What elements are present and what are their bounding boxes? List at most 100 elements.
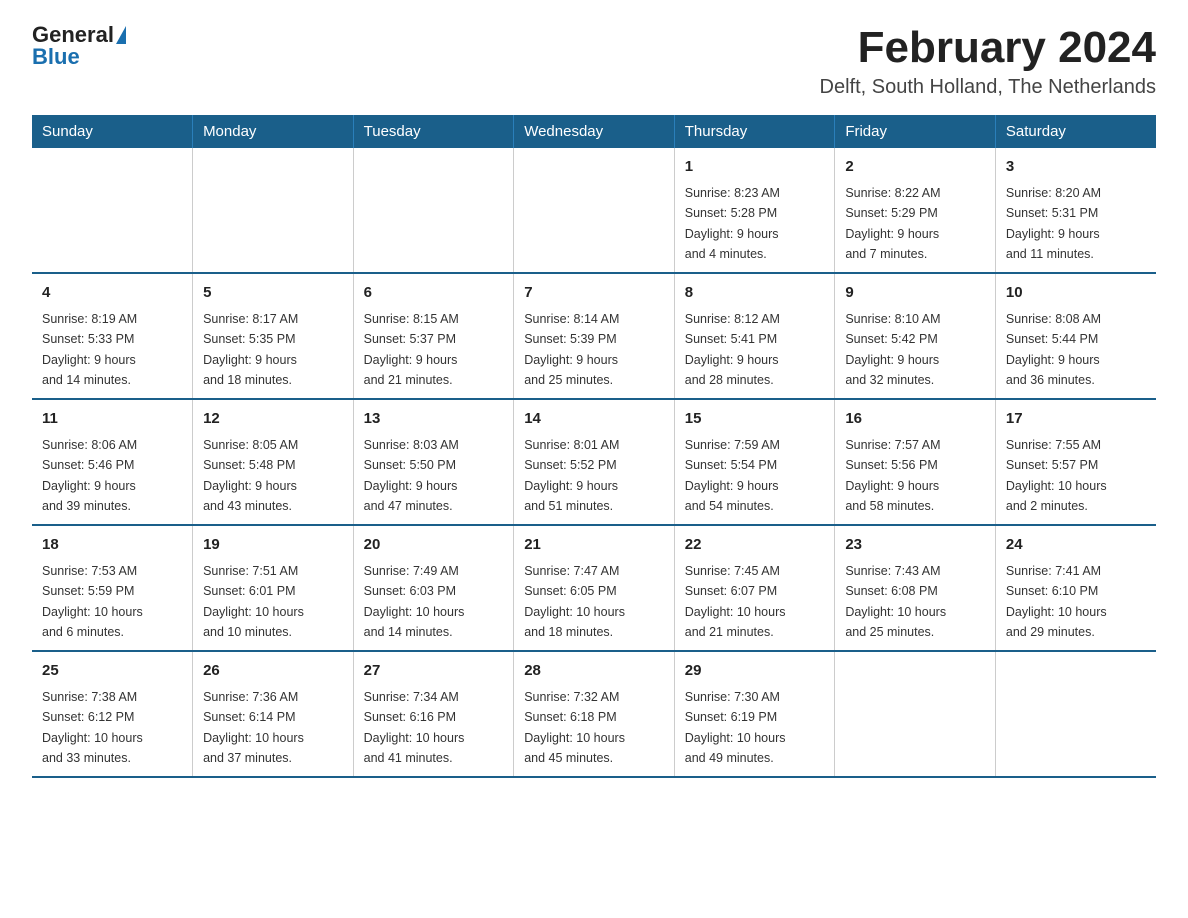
header-day-thursday: Thursday	[674, 115, 835, 148]
calendar-cell: 7 Sunrise: 8:14 AM Sunset: 5:39 PM Daylig…	[514, 273, 675, 399]
day-number: 24	[1006, 534, 1146, 557]
day-info: Sunrise: 8:22 AM Sunset: 5:29 PM Dayligh…	[845, 186, 940, 261]
calendar-cell: 25 Sunrise: 7:38 AM Sunset: 6:12 PM Dayli…	[32, 651, 193, 777]
day-info: Sunrise: 8:19 AM Sunset: 5:33 PM Dayligh…	[42, 312, 137, 387]
day-number: 27	[364, 660, 504, 683]
day-number: 5	[203, 282, 343, 305]
header-day-tuesday: Tuesday	[353, 115, 514, 148]
logo-blue-text: Blue	[32, 46, 80, 68]
day-info: Sunrise: 7:47 AM Sunset: 6:05 PM Dayligh…	[524, 564, 625, 639]
calendar-cell	[835, 651, 996, 777]
day-info: Sunrise: 7:32 AM Sunset: 6:18 PM Dayligh…	[524, 690, 625, 765]
day-info: Sunrise: 8:01 AM Sunset: 5:52 PM Dayligh…	[524, 438, 619, 513]
day-info: Sunrise: 8:14 AM Sunset: 5:39 PM Dayligh…	[524, 312, 619, 387]
calendar-cell: 10 Sunrise: 8:08 AM Sunset: 5:44 PM Dayli…	[995, 273, 1156, 399]
day-info: Sunrise: 8:10 AM Sunset: 5:42 PM Dayligh…	[845, 312, 940, 387]
calendar-cell: 28Sunrise: 7:32 AM Sunset: 6:18 PM Dayli…	[514, 651, 675, 777]
calendar-week-row: 1Sunrise: 8:23 AM Sunset: 5:28 PM Daylig…	[32, 148, 1156, 273]
title-area: February 2024 Delft, South Holland, The …	[820, 24, 1157, 99]
day-info: Sunrise: 7:38 AM Sunset: 6:12 PM Dayligh…	[42, 690, 143, 765]
day-info: Sunrise: 8:06 AM Sunset: 5:46 PM Dayligh…	[42, 438, 137, 513]
calendar-cell: 2 Sunrise: 8:22 AM Sunset: 5:29 PM Daylig…	[835, 148, 996, 273]
day-info: Sunrise: 8:20 AM Sunset: 5:31 PM Dayligh…	[1006, 186, 1101, 261]
calendar-cell: 20Sunrise: 7:49 AM Sunset: 6:03 PM Dayli…	[353, 525, 514, 651]
day-info: Sunrise: 7:30 AM Sunset: 6:19 PM Dayligh…	[685, 690, 786, 765]
calendar-header-row: SundayMondayTuesdayWednesdayThursdayFrid…	[32, 115, 1156, 148]
header-day-wednesday: Wednesday	[514, 115, 675, 148]
calendar-cell	[353, 148, 514, 273]
header-day-monday: Monday	[193, 115, 354, 148]
calendar-cell: 6 Sunrise: 8:15 AM Sunset: 5:37 PM Daylig…	[353, 273, 514, 399]
calendar-cell: 22Sunrise: 7:45 AM Sunset: 6:07 PM Dayli…	[674, 525, 835, 651]
day-number: 3	[1006, 156, 1146, 179]
calendar-cell: 18Sunrise: 7:53 AM Sunset: 5:59 PM Dayli…	[32, 525, 193, 651]
day-info: Sunrise: 7:51 AM Sunset: 6:01 PM Dayligh…	[203, 564, 304, 639]
day-number: 2	[845, 156, 985, 179]
logo: General Blue	[32, 24, 126, 68]
day-number: 8	[685, 282, 825, 305]
day-info: Sunrise: 8:17 AM Sunset: 5:35 PM Dayligh…	[203, 312, 298, 387]
day-number: 6	[364, 282, 504, 305]
calendar-table: SundayMondayTuesdayWednesdayThursdayFrid…	[32, 115, 1156, 778]
day-number: 25	[42, 660, 182, 683]
day-number: 21	[524, 534, 664, 557]
calendar-cell: 21 Sunrise: 7:47 AM Sunset: 6:05 PM Dayli…	[514, 525, 675, 651]
calendar-cell: 23Sunrise: 7:43 AM Sunset: 6:08 PM Dayli…	[835, 525, 996, 651]
calendar-cell: 11Sunrise: 8:06 AM Sunset: 5:46 PM Dayli…	[32, 399, 193, 525]
header-day-saturday: Saturday	[995, 115, 1156, 148]
calendar-week-row: 18Sunrise: 7:53 AM Sunset: 5:59 PM Dayli…	[32, 525, 1156, 651]
day-number: 14	[524, 408, 664, 431]
day-info: Sunrise: 7:55 AM Sunset: 5:57 PM Dayligh…	[1006, 438, 1107, 513]
calendar-week-row: 11Sunrise: 8:06 AM Sunset: 5:46 PM Dayli…	[32, 399, 1156, 525]
calendar-cell	[995, 651, 1156, 777]
calendar-cell: 26Sunrise: 7:36 AM Sunset: 6:14 PM Dayli…	[193, 651, 354, 777]
day-info: Sunrise: 8:08 AM Sunset: 5:44 PM Dayligh…	[1006, 312, 1101, 387]
day-number: 19	[203, 534, 343, 557]
day-number: 7	[524, 282, 664, 305]
day-number: 10	[1006, 282, 1146, 305]
day-number: 4	[42, 282, 182, 305]
header: General Blue February 2024 Delft, South …	[32, 24, 1156, 99]
calendar-cell: 3 Sunrise: 8:20 AM Sunset: 5:31 PM Daylig…	[995, 148, 1156, 273]
calendar-week-row: 4 Sunrise: 8:19 AM Sunset: 5:33 PM Daylig…	[32, 273, 1156, 399]
logo-triangle-icon	[116, 26, 126, 44]
calendar-cell	[514, 148, 675, 273]
calendar-cell: 19 Sunrise: 7:51 AM Sunset: 6:01 PM Dayli…	[193, 525, 354, 651]
day-info: Sunrise: 7:43 AM Sunset: 6:08 PM Dayligh…	[845, 564, 946, 639]
day-info: Sunrise: 7:57 AM Sunset: 5:56 PM Dayligh…	[845, 438, 940, 513]
day-number: 15	[685, 408, 825, 431]
calendar-cell: 8 Sunrise: 8:12 AM Sunset: 5:41 PM Daylig…	[674, 273, 835, 399]
day-number: 9	[845, 282, 985, 305]
header-day-friday: Friday	[835, 115, 996, 148]
day-number: 1	[685, 156, 825, 179]
day-info: Sunrise: 7:36 AM Sunset: 6:14 PM Dayligh…	[203, 690, 304, 765]
day-info: Sunrise: 7:34 AM Sunset: 6:16 PM Dayligh…	[364, 690, 465, 765]
day-number: 22	[685, 534, 825, 557]
day-info: Sunrise: 8:05 AM Sunset: 5:48 PM Dayligh…	[203, 438, 298, 513]
calendar-cell	[193, 148, 354, 273]
calendar-cell	[32, 148, 193, 273]
header-day-sunday: Sunday	[32, 115, 193, 148]
day-number: 18	[42, 534, 182, 557]
calendar-cell: 17Sunrise: 7:55 AM Sunset: 5:57 PM Dayli…	[995, 399, 1156, 525]
calendar-cell: 14 Sunrise: 8:01 AM Sunset: 5:52 PM Dayli…	[514, 399, 675, 525]
page-title: February 2024	[820, 24, 1157, 72]
calendar-cell: 16 Sunrise: 7:57 AM Sunset: 5:56 PM Dayli…	[835, 399, 996, 525]
calendar-week-row: 25 Sunrise: 7:38 AM Sunset: 6:12 PM Dayli…	[32, 651, 1156, 777]
day-info: Sunrise: 7:41 AM Sunset: 6:10 PM Dayligh…	[1006, 564, 1107, 639]
day-info: Sunrise: 8:15 AM Sunset: 5:37 PM Dayligh…	[364, 312, 459, 387]
calendar-cell: 13Sunrise: 8:03 AM Sunset: 5:50 PM Dayli…	[353, 399, 514, 525]
calendar-cell: 4 Sunrise: 8:19 AM Sunset: 5:33 PM Daylig…	[32, 273, 193, 399]
day-number: 20	[364, 534, 504, 557]
day-number: 16	[845, 408, 985, 431]
calendar-cell: 27 Sunrise: 7:34 AM Sunset: 6:16 PM Dayli…	[353, 651, 514, 777]
calendar-cell: 12 Sunrise: 8:05 AM Sunset: 5:48 PM Dayli…	[193, 399, 354, 525]
day-info: Sunrise: 8:12 AM Sunset: 5:41 PM Dayligh…	[685, 312, 780, 387]
calendar-cell: 1Sunrise: 8:23 AM Sunset: 5:28 PM Daylig…	[674, 148, 835, 273]
calendar-cell: 29 Sunrise: 7:30 AM Sunset: 6:19 PM Dayli…	[674, 651, 835, 777]
calendar-cell: 15Sunrise: 7:59 AM Sunset: 5:54 PM Dayli…	[674, 399, 835, 525]
day-number: 12	[203, 408, 343, 431]
day-number: 29	[685, 660, 825, 683]
calendar-cell: 9 Sunrise: 8:10 AM Sunset: 5:42 PM Daylig…	[835, 273, 996, 399]
subtitle: Delft, South Holland, The Netherlands	[820, 76, 1157, 99]
